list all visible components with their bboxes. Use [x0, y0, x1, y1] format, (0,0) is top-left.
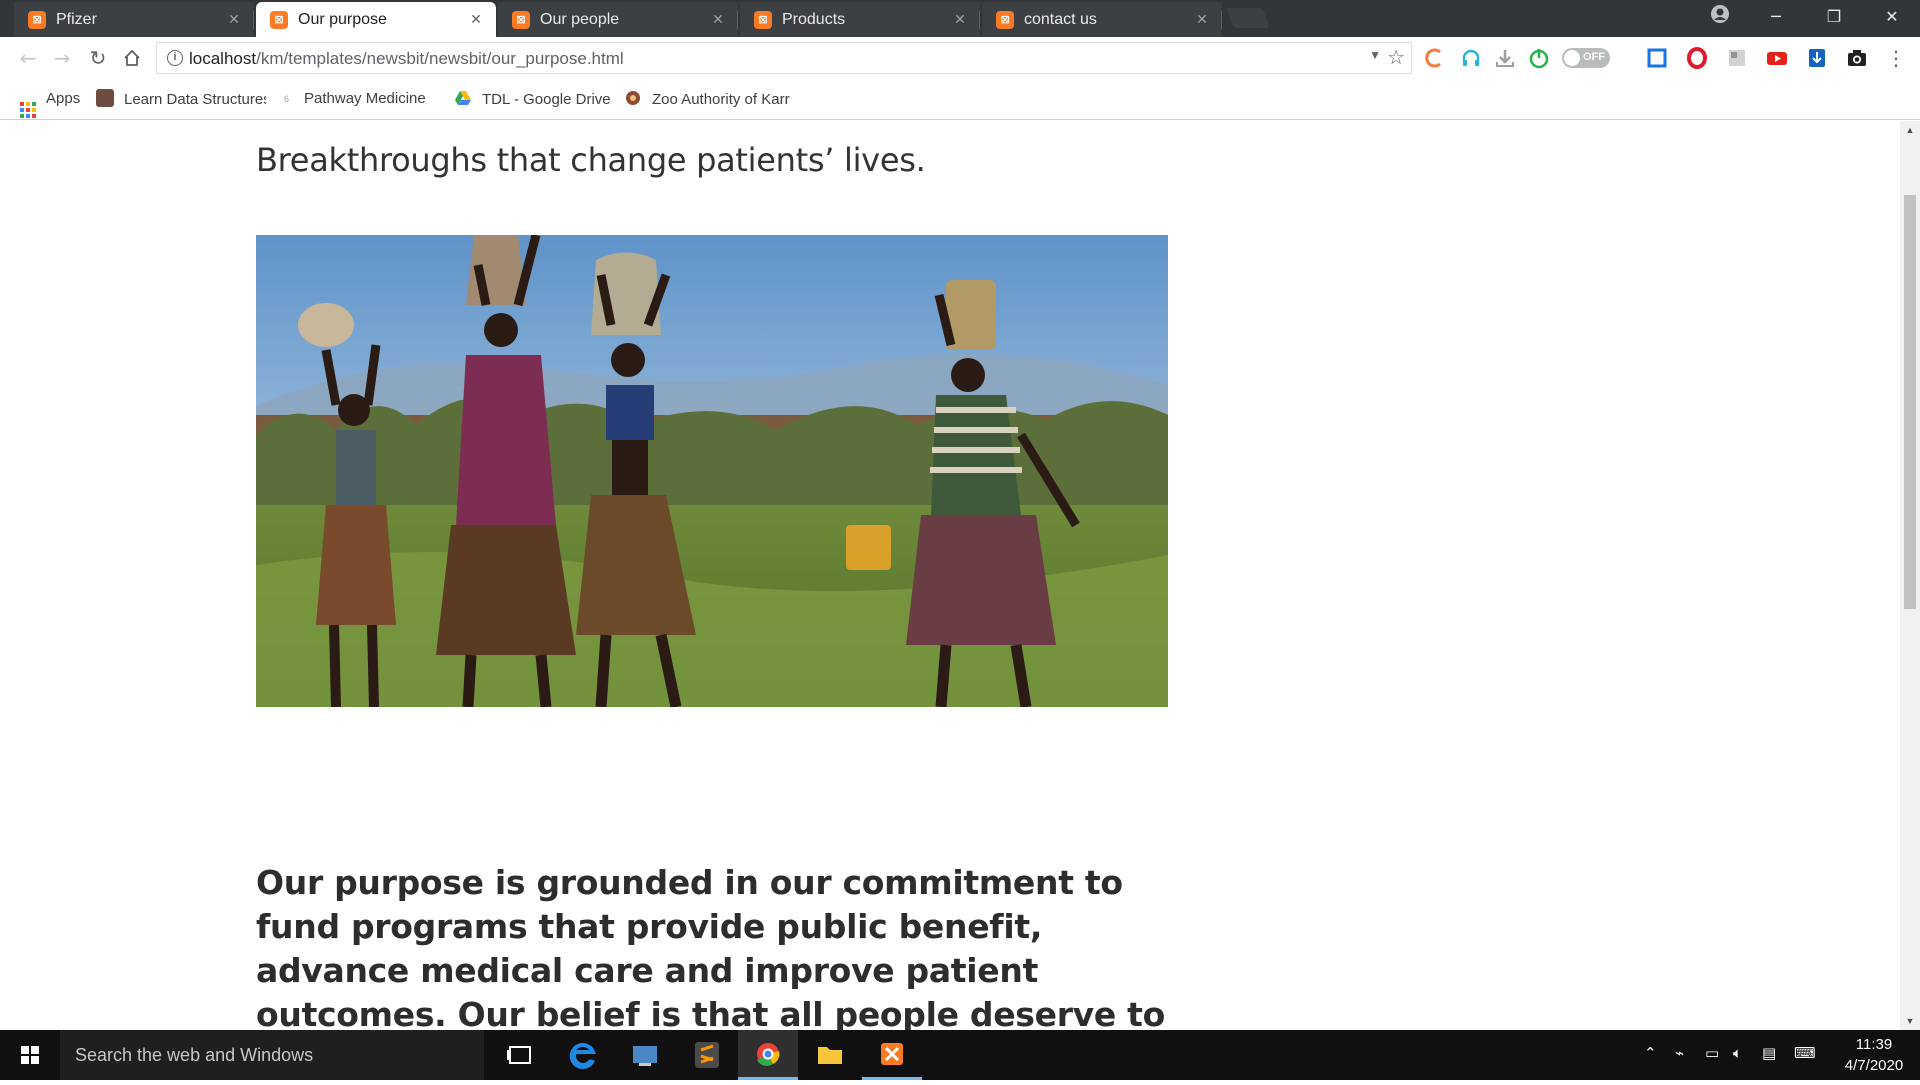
pathway-icon: 6	[284, 94, 290, 104]
photo-icon[interactable]	[1726, 47, 1748, 69]
action-center-icon[interactable]: ▤	[1762, 1044, 1776, 1062]
blue-square-icon[interactable]	[1646, 47, 1668, 69]
tab-title: Products	[782, 11, 846, 28]
minimize-icon[interactable]: ─	[1748, 0, 1804, 34]
bookmark-apps[interactable]: Apps	[20, 89, 80, 118]
power-icon[interactable]	[1528, 47, 1550, 69]
opera-icon[interactable]	[1686, 47, 1708, 69]
dropdown-icon[interactable]: ▼	[1369, 48, 1381, 62]
reload-icon[interactable]: ↻	[84, 44, 112, 72]
tab-our-people[interactable]: ⊠ Our people ✕	[498, 2, 738, 37]
scroll-up-icon[interactable]: ▲	[1900, 121, 1920, 139]
tab-products[interactable]: ⊠ Products ✕	[740, 2, 980, 37]
drive-icon	[454, 89, 472, 107]
tab-pfizer[interactable]: ⊠ Pfizer ✕	[14, 2, 254, 37]
close-icon[interactable]: ✕	[1192, 9, 1212, 29]
network-icon[interactable]: ⌁	[1675, 1044, 1684, 1062]
page-tagline: Breakthroughs that change patients’ live…	[256, 141, 926, 179]
close-icon[interactable]: ✕	[224, 9, 244, 29]
new-tab-button[interactable]	[1226, 8, 1270, 28]
forward-icon[interactable]: →	[48, 44, 76, 72]
bookmark-pathway-medicine[interactable]: 6 Pathway Medicine	[284, 89, 426, 109]
app-icon[interactable]	[615, 1030, 675, 1080]
page-content: Breakthroughs that change patients’ live…	[0, 121, 1900, 1030]
home-icon[interactable]	[118, 44, 146, 72]
bookmark-tdl-google-drive[interactable]: TDL - Google Drive	[454, 89, 611, 109]
headphones-icon[interactable]	[1460, 47, 1482, 69]
taskbar-clock[interactable]: 11:39 4/7/2020	[1834, 1034, 1914, 1076]
battery-icon[interactable]: ▭	[1705, 1044, 1719, 1062]
task-view-icon[interactable]	[490, 1030, 550, 1080]
download-arrow-icon[interactable]	[1806, 47, 1828, 69]
chrome-icon[interactable]	[738, 1030, 798, 1080]
tab-title: contact us	[1024, 11, 1097, 28]
apps-icon	[20, 102, 36, 118]
tab-title: Pfizer	[56, 11, 97, 28]
close-icon[interactable]: ✕	[708, 9, 728, 29]
file-explorer-icon[interactable]	[800, 1030, 860, 1080]
camera-icon[interactable]	[1846, 47, 1868, 69]
back-icon[interactable]: ←	[14, 44, 42, 72]
bookmark-learn-data-structures[interactable]: Learn Data Structures	[96, 89, 266, 109]
profile-icon[interactable]	[1708, 4, 1732, 28]
xampp-favicon-icon: ⊠	[28, 11, 46, 29]
bookmark-zoo-authority[interactable]: Zoo Authority of Karr	[624, 89, 796, 109]
close-icon[interactable]: ✕	[466, 9, 486, 29]
clock-date: 4/7/2020	[1844, 1057, 1904, 1074]
clock-time: 11:39	[1855, 1036, 1893, 1053]
taskbar-search[interactable]: Search the web and Windows	[60, 1030, 484, 1080]
windows-start-icon[interactable]	[0, 1030, 60, 1080]
tab-title: Our purpose	[298, 11, 387, 28]
keyboard-icon[interactable]: ⌨	[1794, 1044, 1816, 1062]
hero-image	[256, 235, 1168, 707]
scroll-down-icon[interactable]: ▼	[1900, 1012, 1920, 1030]
xampp-icon[interactable]	[862, 1030, 922, 1080]
xampp-favicon-icon: ⊠	[754, 11, 772, 29]
bookmarks-bar: Apps Learn Data Structures 6 Pathway Medi…	[0, 79, 1920, 120]
cc-icon	[96, 89, 114, 107]
url-text[interactable]: localhost/km/templates/newsbit/newsbit/o…	[189, 49, 624, 69]
page-scrollbar[interactable]: ▲ ▼	[1900, 121, 1920, 1030]
windows-taskbar: Search the web and Windows ⌃ ⌁ ▭ 🔈︎ ▤ ⌨ …	[0, 1030, 1920, 1080]
address-bar[interactable]: i localhost/km/templates/newsbit/newsbit…	[156, 42, 1412, 74]
toggle-off-icon[interactable]: OFF	[1562, 48, 1610, 68]
youtube-icon[interactable]	[1766, 47, 1788, 69]
download-icon[interactable]	[1494, 47, 1516, 69]
browser-toolbar: ← → ↻ i localhost/km/templates/newsbit/n…	[0, 37, 1920, 79]
tab-contact-us[interactable]: ⊠ contact us ✕	[982, 2, 1222, 37]
bookmark-star-icon[interactable]: ☆	[1387, 45, 1405, 70]
purpose-statement: Our purpose is grounded in our commitmen…	[256, 863, 1166, 1030]
chevron-up-icon[interactable]: ⌃	[1644, 1044, 1657, 1062]
restore-icon[interactable]: ❐	[1806, 0, 1862, 34]
xampp-favicon-icon: ⊠	[996, 11, 1014, 29]
menu-icon[interactable]: ⋮	[1882, 44, 1910, 72]
xampp-favicon-icon: ⊠	[270, 11, 288, 29]
tab-strip: ⊠ Pfizer ✕ ⊠ Our purpose ✕ ⊠ Our people …	[0, 0, 1920, 39]
volume-icon[interactable]: 🔈︎	[1733, 1044, 1742, 1062]
orange-c-icon[interactable]	[1424, 47, 1446, 69]
zoo-icon	[624, 89, 642, 107]
sublime-text-icon[interactable]	[677, 1030, 737, 1080]
window-close-icon[interactable]: ✕	[1864, 0, 1920, 34]
edge-icon[interactable]	[553, 1030, 613, 1080]
xampp-favicon-icon: ⊠	[512, 11, 530, 29]
tab-title: Our people	[540, 11, 620, 28]
scroll-thumb[interactable]	[1904, 195, 1916, 609]
info-icon[interactable]: i	[167, 50, 183, 66]
tab-our-purpose[interactable]: ⊠ Our purpose ✕	[256, 2, 496, 39]
close-icon[interactable]: ✕	[950, 9, 970, 29]
